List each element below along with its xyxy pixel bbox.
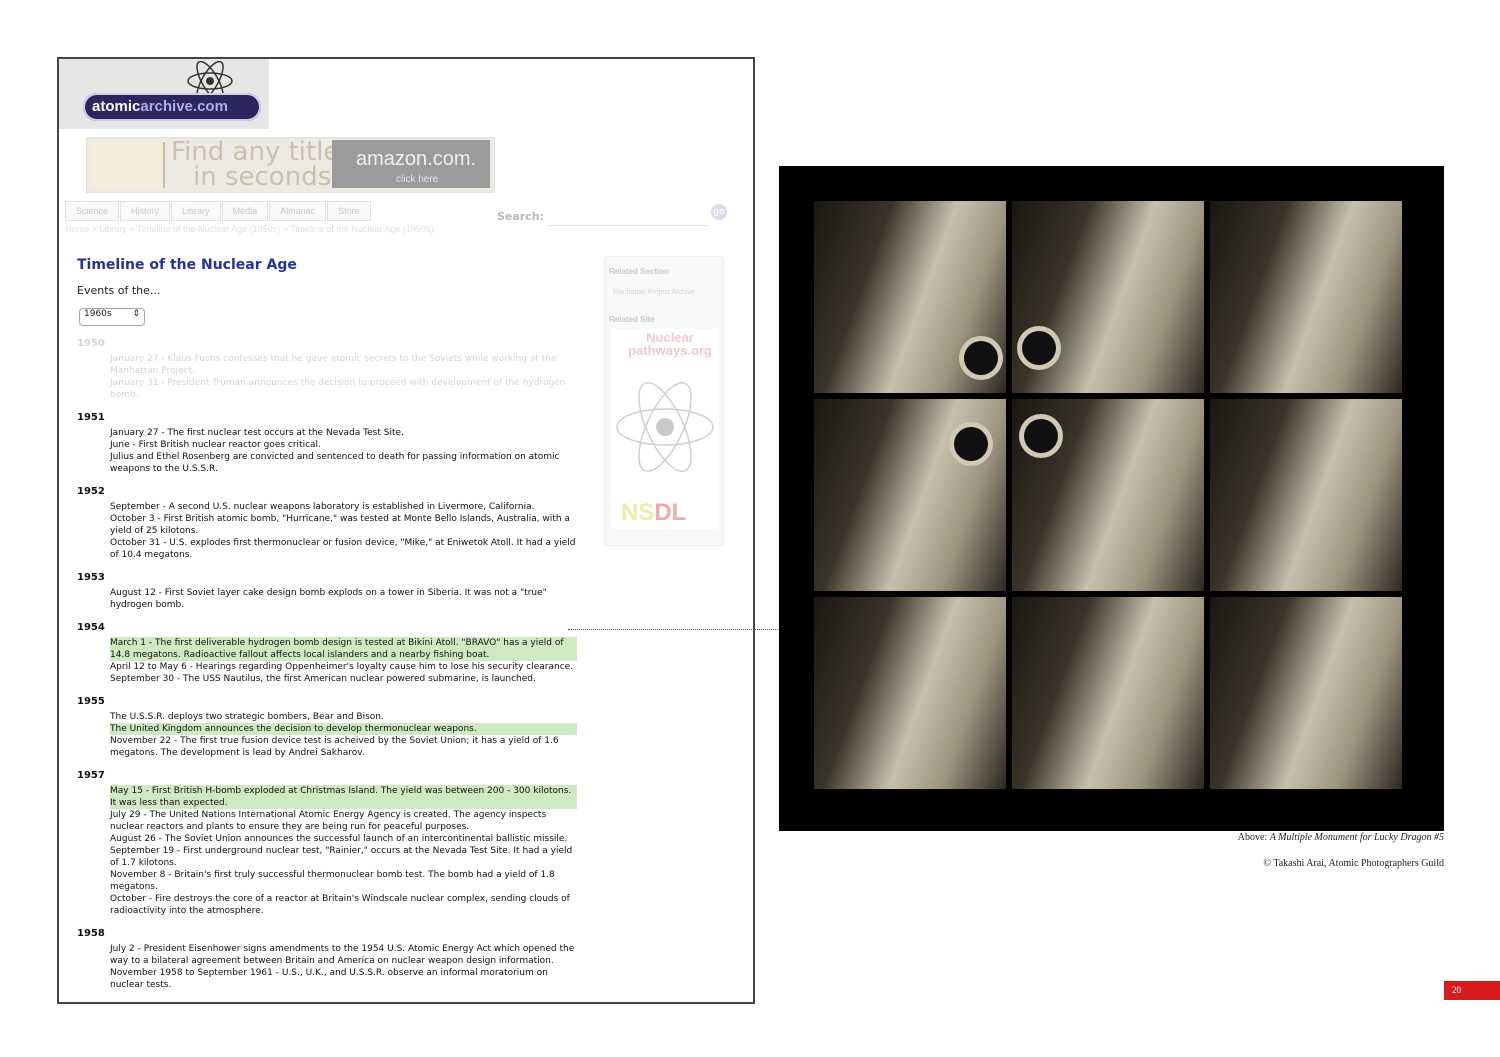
year-block: 1958 July 2 - President Eisenhower signs …: [77, 928, 577, 991]
banner-click-here: click here: [396, 174, 439, 185]
related-section-heading: Related Section: [609, 267, 670, 276]
search-go-button[interactable]: go: [711, 204, 727, 220]
event-item: November 22 - The first true fusion devi…: [110, 736, 559, 758]
banner-headline: Find any title in seconds.: [171, 137, 340, 192]
event-item: November 1958 to September 1961 - U.S., …: [110, 968, 548, 990]
highlighted-event: March 1 - The first deliverable hydrogen…: [110, 637, 577, 661]
photo-tile: [1210, 399, 1402, 591]
porthole: [964, 341, 998, 375]
page-title: Timeline of the Nuclear Age: [77, 257, 297, 273]
clock-icon: [91, 142, 165, 188]
year-heading: 1955: [77, 696, 105, 707]
lucky-dragon-photo: [779, 166, 1444, 831]
porthole: [1024, 419, 1058, 453]
photo-tile: [1012, 201, 1204, 393]
events-label: Events of the...: [77, 284, 161, 297]
porthole: [1022, 331, 1056, 365]
search-label: Search:: [497, 210, 544, 223]
year-block: 1952 September - A second U.S. nuclear we…: [77, 486, 577, 561]
photo-grid: [814, 201, 1402, 789]
tab-history[interactable]: History: [120, 201, 171, 221]
event-item: July 29 - The United Nations Internation…: [110, 810, 547, 832]
dotted-connector-line: [568, 629, 780, 630]
breadcrumb[interactable]: Home > Library > Timeline of the Nuclear…: [65, 224, 433, 234]
event-item: September 30 - The USS Nautilus, the fir…: [110, 674, 536, 684]
event-item: January 31 - President Truman announces …: [110, 378, 566, 400]
tab-library[interactable]: Library: [171, 201, 221, 221]
photo-caption: Above: A Multiple Monument for Lucky Dra…: [1237, 832, 1444, 843]
year-heading: 1953: [77, 572, 105, 583]
tab-science[interactable]: Science: [65, 201, 120, 221]
tab-media[interactable]: Media: [221, 201, 269, 221]
year-heading: 1952: [77, 486, 105, 497]
logo-text: atomicarchive.com: [92, 98, 228, 115]
search-input[interactable]: [548, 209, 708, 226]
photo-tile: [1210, 201, 1402, 393]
year-heading: 1951: [77, 412, 105, 423]
year-block: 1951 January 27 - The first nuclear test …: [77, 412, 577, 475]
atom-icon: [616, 382, 714, 472]
event-item: September - A second U.S. nuclear weapon…: [110, 502, 535, 512]
nsdl-logo: NSDL: [621, 499, 687, 526]
year-heading: 1958: [77, 928, 105, 939]
related-section-link[interactable]: Manhattan Project Archive: [613, 289, 703, 296]
event-item: July 2 - President Eisenhower signs amen…: [110, 944, 575, 966]
photo-tile: [814, 597, 1006, 789]
event-item: August 12 - First Soviet layer cake desi…: [110, 588, 547, 610]
year-block: 1954 March 1 - The first deliverable hydr…: [77, 622, 577, 685]
photo-tile: [1210, 597, 1402, 789]
tab-almanac[interactable]: Almanac: [269, 201, 327, 221]
year-heading: 1957: [77, 770, 105, 781]
event-item: The U.S.S.R. deploys two strategic bombe…: [110, 712, 384, 722]
event-item: April 12 to May 6 - Hearings regarding O…: [110, 662, 574, 672]
website-screenshot: atomicarchive.com Find any title in seco…: [57, 57, 755, 1004]
photo-credit: © Takashi Arai, Atomic Photographers Gui…: [1263, 858, 1444, 869]
amazon-banner-ad[interactable]: Find any title in seconds. amazon.com. c…: [86, 137, 495, 193]
event-item: September 19 - First underground nuclear…: [110, 846, 573, 868]
decade-select[interactable]: 1960s ⇕: [79, 308, 145, 326]
related-site-ad[interactable]: Nuclear pathways.org NSDL: [611, 329, 719, 529]
photo-tile: [814, 399, 1006, 591]
page-number: 20: [1444, 981, 1500, 1000]
event-item: October - Fire destroys the core of a re…: [110, 894, 570, 916]
photo-tile: [1012, 399, 1204, 591]
year-block: 1953 August 12 - First Soviet layer cake …: [77, 572, 577, 611]
photo-tile: [1012, 597, 1204, 789]
related-site-title: Nuclear pathways.org: [628, 330, 712, 358]
porthole: [954, 427, 988, 461]
event-item: January 27 - Klaus Fuchs confesses that …: [110, 354, 557, 376]
event-item: Julius and Ethel Rosenberg are convicted…: [110, 452, 560, 474]
year-block: 1957 May 15 - First British H-bomb explod…: [77, 770, 577, 917]
event-item: October 31 - U.S. explodes first thermon…: [110, 538, 576, 560]
event-item: January 27 - The first nuclear test occu…: [110, 428, 404, 438]
chevron-updown-icon: ⇕: [132, 309, 140, 319]
site-nav-tabs: Science History Library Media Almanac Store: [65, 201, 372, 221]
highlighted-event: The United Kingdom announces the decisio…: [110, 723, 577, 735]
event-item: June - First British nuclear reactor goe…: [110, 440, 321, 450]
timeline-list: 1950 January 27 - Klaus Fuchs confesses t…: [77, 338, 577, 1002]
tab-store[interactable]: Store: [327, 201, 371, 221]
related-site-heading: Related Site: [609, 315, 655, 324]
event-item: October 3 - First British atomic bomb, "…: [110, 514, 570, 536]
year-block: 1955 The U.S.S.R. deploys two strategic b…: [77, 696, 577, 759]
year-block: 1950 January 27 - Klaus Fuchs confesses t…: [77, 338, 577, 401]
amazon-logo: amazon.com. click here: [332, 140, 490, 188]
highlighted-event: May 15 - First British H-bomb exploded a…: [110, 785, 577, 809]
site-logo[interactable]: atomicarchive.com: [59, 59, 269, 129]
event-item: August 26 - The Soviet Union announces t…: [110, 834, 568, 844]
related-sidebar: Related Section Manhattan Project Archiv…: [604, 256, 724, 546]
year-heading: 1950: [77, 338, 105, 349]
year-heading: 1954: [77, 622, 105, 633]
event-item: November 8 - Britain's first truly succe…: [110, 870, 555, 892]
photo-tile: [814, 201, 1006, 393]
